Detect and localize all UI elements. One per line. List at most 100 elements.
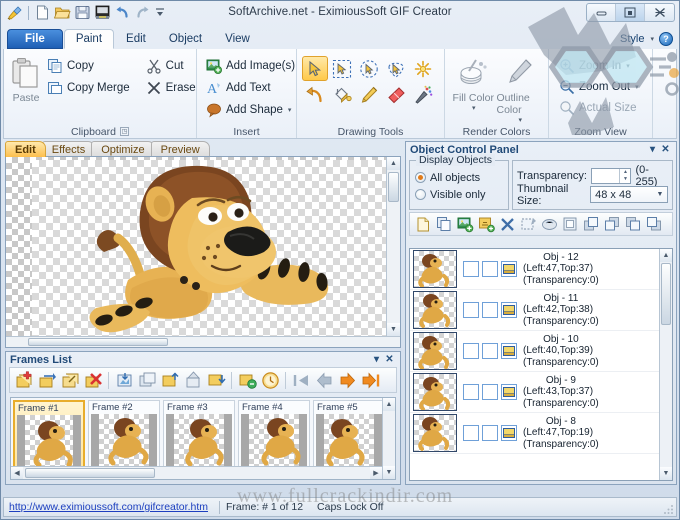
airbrush-tool-button[interactable]	[410, 82, 436, 107]
style-menu[interactable]: Style	[620, 33, 644, 45]
zoom-out-button[interactable]: Zoom Out ▾	[554, 77, 644, 97]
radio-icon[interactable]	[415, 189, 426, 200]
object-list-scroll-thumb[interactable]	[661, 263, 671, 325]
frames-filmstrip[interactable]: Frame #1 Frame #2 Frame #3 Frame #4 Fram…	[10, 397, 396, 480]
frames-panel-collapse-icon[interactable]: ▾	[370, 353, 383, 366]
canvas-vscroll-thumb[interactable]	[388, 172, 399, 202]
object-lock-checkbox[interactable]	[482, 343, 498, 359]
ribbon-tab-object[interactable]: Object	[158, 29, 213, 49]
transparency-value[interactable]	[592, 169, 620, 183]
frame-cell[interactable]: Frame #2	[88, 400, 160, 476]
zoom-in-button[interactable]: Zoom In ▾	[554, 56, 644, 76]
tab-effects[interactable]: Effects	[41, 141, 96, 157]
bring-to-front-icon[interactable]	[581, 214, 601, 234]
ribbon-tab-view[interactable]: View	[214, 29, 261, 49]
scroll-left-arrow-icon[interactable]: ◀	[11, 467, 23, 479]
frame-cell[interactable]: Frame #5	[313, 400, 385, 476]
filmstrip-hscroll-thumb[interactable]	[25, 468, 155, 478]
stepper-arrows[interactable]: ▲ ▼	[619, 168, 630, 183]
actual-size-button[interactable]: Actual Size	[554, 98, 644, 118]
object-lock-checkbox[interactable]	[482, 425, 498, 441]
pencil-tool-button[interactable]	[356, 82, 382, 107]
frames-panel-close-icon[interactable]: ✕	[383, 353, 396, 366]
send-to-back-icon[interactable]	[644, 214, 664, 234]
scroll-up-arrow-icon[interactable]: ▲	[660, 249, 672, 262]
object-list-scrollbar[interactable]: ▲ ▼	[659, 249, 672, 480]
thumbnail-size-select[interactable]: 48 x 48 ▼	[590, 186, 668, 203]
import-frames-icon[interactable]	[113, 369, 135, 391]
ribbon-tab-paint[interactable]: Paint	[63, 29, 115, 49]
first-frame-icon[interactable]	[290, 369, 312, 391]
object-row[interactable]: Obj - 8 (Left:47,Top:19) (Transparency:0…	[410, 413, 659, 454]
last-frame-icon[interactable]	[359, 369, 381, 391]
frame-properties-icon[interactable]	[236, 369, 258, 391]
help-icon[interactable]: ?	[659, 32, 673, 46]
insert-frame-icon[interactable]	[36, 369, 58, 391]
object-type-button[interactable]	[501, 425, 517, 441]
scroll-right-arrow-icon[interactable]: ▶	[370, 467, 382, 479]
next-frame-icon[interactable]	[336, 369, 358, 391]
object-visible-checkbox[interactable]	[463, 261, 479, 277]
object-lock-checkbox[interactable]	[482, 384, 498, 400]
maximize-button[interactable]	[616, 4, 645, 21]
object-visible-checkbox[interactable]	[463, 425, 479, 441]
canvas-hscroll-thumb[interactable]	[28, 338, 168, 346]
bring-forward-icon[interactable]	[602, 214, 622, 234]
add-text-button[interactable]: A Add Text	[202, 78, 299, 98]
scroll-down-arrow-icon[interactable]: ▼	[660, 467, 672, 480]
tab-preview[interactable]: Preview	[150, 141, 210, 157]
frame-cell[interactable]: Frame #1	[13, 400, 85, 476]
object-row[interactable]: Obj - 10 (Left:40,Top:39) (Transparency:…	[410, 331, 659, 372]
object-type-button[interactable]	[501, 302, 517, 318]
object-row[interactable]: Obj - 11 (Left:42,Top:38) (Transparency:…	[410, 290, 659, 331]
tab-edit[interactable]: Edit	[5, 141, 46, 157]
chevron-down-icon[interactable]: ▾	[288, 106, 292, 114]
frame-delay-icon[interactable]	[259, 369, 281, 391]
object-lock-checkbox[interactable]	[482, 302, 498, 318]
object-lock-checkbox[interactable]	[482, 261, 498, 277]
radio-visible-only[interactable]: Visible only	[415, 186, 503, 203]
cut-object-icon[interactable]	[518, 214, 538, 234]
chevron-down-icon[interactable]: ▾	[472, 104, 476, 112]
copy-object-icon[interactable]	[434, 214, 454, 234]
transparency-stepper[interactable]: ▲ ▼	[590, 167, 632, 184]
website-link[interactable]: http://www.eximioussoft.com/gifcreator.h…	[4, 501, 213, 513]
object-type-button[interactable]	[501, 261, 517, 277]
close-button[interactable]	[645, 4, 674, 21]
add-frame-icon[interactable]	[13, 369, 35, 391]
lasso-select-tool-button[interactable]	[383, 56, 409, 81]
delete-frame-icon[interactable]	[82, 369, 104, 391]
object-row[interactable]: Obj - 12 (Left:47,Top:37) (Transparency:…	[410, 249, 659, 290]
add-text-object-icon[interactable]	[476, 214, 496, 234]
ellipse-select-tool-button[interactable]	[356, 56, 382, 81]
canvas-horizontal-scrollbar[interactable]	[6, 336, 400, 347]
radio-all-objects[interactable]: All objects	[415, 169, 503, 186]
outline-color-button[interactable]: Outline Color ▾	[497, 52, 544, 124]
curve-tool-button[interactable]	[302, 82, 328, 107]
paste-button[interactable]: Paste	[9, 52, 43, 104]
minimize-button[interactable]	[587, 4, 616, 21]
merge-object-icon[interactable]	[539, 214, 559, 234]
chevron-down-icon[interactable]: ▾	[650, 35, 654, 43]
object-type-button[interactable]	[501, 343, 517, 359]
object-visible-checkbox[interactable]	[463, 302, 479, 318]
scroll-up-arrow-icon[interactable]: ▲	[383, 398, 395, 411]
select-tool-button[interactable]	[302, 56, 328, 81]
send-backward-icon[interactable]	[623, 214, 643, 234]
radio-icon[interactable]	[415, 172, 426, 183]
object-list[interactable]: Obj - 12 (Left:47,Top:37) (Transparency:…	[409, 248, 673, 481]
ribbon-tab-file[interactable]: File	[7, 29, 63, 49]
edit-frame-icon[interactable]	[59, 369, 81, 391]
magic-wand-tool-button[interactable]	[410, 56, 436, 81]
add-images-button[interactable]: Add Image(s)	[202, 56, 299, 76]
duplicate-frames-icon[interactable]	[136, 369, 158, 391]
scroll-down-arrow-icon[interactable]: ▼	[383, 466, 395, 479]
filmstrip-vertical-scrollbar[interactable]: ▲ ▼	[382, 398, 395, 479]
move-up-icon[interactable]	[182, 369, 204, 391]
object-row[interactable]: Obj - 9 (Left:43,Top:37) (Transparency:0…	[410, 372, 659, 413]
canvas-vertical-scrollbar[interactable]: ▲ ▼	[386, 157, 400, 336]
object-visible-checkbox[interactable]	[463, 384, 479, 400]
chevron-down-icon[interactable]: ▾	[518, 116, 522, 124]
export-frames-icon[interactable]	[159, 369, 181, 391]
paint-bucket-tool-button[interactable]	[329, 82, 355, 107]
